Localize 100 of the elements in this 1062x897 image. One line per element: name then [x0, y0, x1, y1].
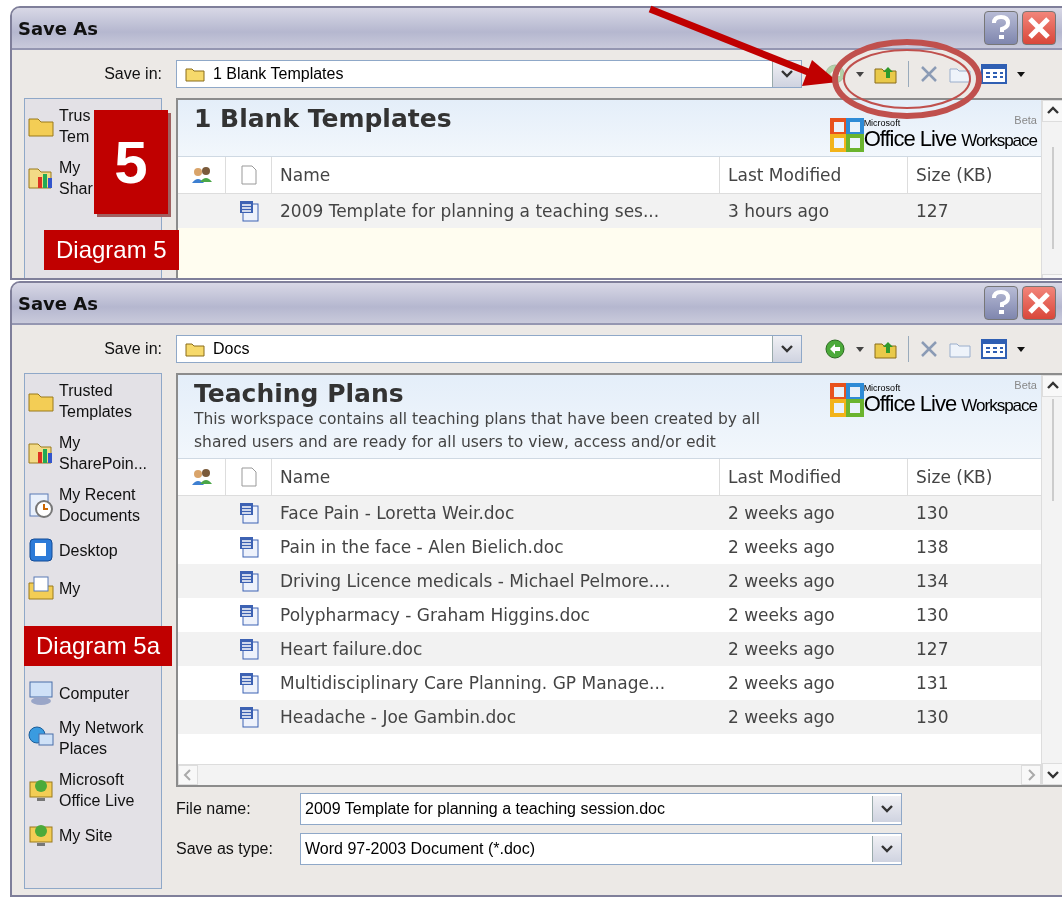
- help-button[interactable]: [984, 11, 1018, 45]
- file-row[interactable]: 2009 Template for planning a teaching ses... 3 hours ago 127: [178, 194, 1041, 228]
- scroll-down-icon[interactable]: [1042, 763, 1062, 785]
- beta-label: Beta: [1014, 379, 1037, 391]
- word-document-icon: [238, 604, 260, 626]
- caret-icon[interactable]: [1017, 71, 1025, 77]
- places-item[interactable]: My Site: [27, 821, 113, 849]
- file-name-cell-text: 2009 Template for planning a teaching ses...: [279, 201, 661, 221]
- places-item[interactable]: Desktop: [27, 536, 118, 564]
- word-document-icon: [238, 200, 260, 222]
- modified-cell-text: 2 weeks ago: [727, 673, 836, 693]
- modified-cell-text: 2 weeks ago: [727, 707, 836, 727]
- word-document-icon: [238, 536, 260, 558]
- scroll-up-icon[interactable]: [1042, 375, 1062, 397]
- scroll-up-icon[interactable]: [1042, 100, 1062, 122]
- up-folder-icon[interactable]: [874, 64, 898, 84]
- office-live-logo-text: Office Live Workspace: [863, 128, 1037, 152]
- new-folder-icon[interactable]: [949, 65, 971, 83]
- logo-caption: Microsoft: [863, 118, 901, 128]
- save-in-label: Save in:: [103, 340, 163, 358]
- workspace-title: Teaching Plans: [194, 379, 405, 408]
- delete-icon[interactable]: [919, 339, 939, 359]
- file-row[interactable]: Driving Licence medicals - Michael Pelmore.... 2 weeks ago 134: [178, 564, 1041, 598]
- help-button[interactable]: [984, 286, 1018, 320]
- place-computer-icon: [27, 679, 55, 707]
- close-icon: [1027, 291, 1051, 315]
- column-header[interactable]: Name: [272, 157, 720, 193]
- modified-cell-text: 2 weeks ago: [727, 503, 836, 523]
- vertical-scrollbar[interactable]: [1041, 100, 1062, 278]
- file-name-field[interactable]: 2009 Template for planning a teaching session.doc: [300, 793, 902, 825]
- file-row[interactable]: Headache - Joe Gambin.doc 2 weeks ago 130: [178, 700, 1041, 734]
- question-mark-icon: [990, 290, 1012, 316]
- size-cell-text: 138: [915, 537, 950, 557]
- window-title: Save As: [18, 17, 98, 39]
- page-icon: [240, 467, 257, 487]
- modified-cell-text: 2 weeks ago: [727, 639, 836, 659]
- caret-icon[interactable]: [1017, 346, 1025, 352]
- places-item[interactable]: Microsoft Office Live: [27, 769, 135, 811]
- office-live-logo-text: Office Live Workspace: [863, 393, 1037, 417]
- size-cell-text: 130: [915, 503, 950, 523]
- views-icon[interactable]: [981, 64, 1007, 84]
- place-clock-icon: [27, 491, 55, 519]
- place-desktop-icon: [27, 536, 55, 564]
- save-in-dropdown[interactable]: 1 Blank Templates: [176, 60, 802, 88]
- column-header[interactable]: Last Modified: [720, 459, 908, 495]
- save-as-type-label: Save as type:: [176, 840, 274, 858]
- folder-icon: [185, 66, 205, 82]
- file-row[interactable]: Pain in the face - Alen Bielich.doc 2 weeks ago 138: [178, 530, 1041, 564]
- file-row[interactable]: Face Pain - Loretta Weir.doc 2 weeks ago 130: [178, 496, 1041, 530]
- column-header[interactable]: Last Modified: [720, 157, 908, 193]
- step-number-badge: 5: [94, 110, 168, 214]
- close-icon: [1027, 16, 1051, 40]
- places-item[interactable]: My Recent Documents: [27, 484, 140, 526]
- places-item[interactable]: My Network Places: [27, 717, 144, 759]
- beta-label: Beta: [1014, 114, 1037, 126]
- caret-icon[interactable]: [856, 346, 864, 352]
- caret-icon[interactable]: [856, 71, 864, 77]
- up-folder-icon[interactable]: [874, 339, 898, 359]
- places-item[interactable]: Trusted Templates: [27, 380, 132, 422]
- save-in-label: Save in:: [103, 65, 163, 83]
- views-icon[interactable]: [981, 339, 1007, 359]
- vertical-scrollbar[interactable]: [1041, 375, 1062, 785]
- modified-cell-text: 2 weeks ago: [727, 537, 836, 557]
- file-row[interactable]: Polypharmacy - Graham Higgins.doc 2 weeks ago 130: [178, 598, 1041, 632]
- size-cell-text: 130: [915, 707, 950, 727]
- column-header[interactable]: Size (KB): [908, 459, 1041, 495]
- file-row[interactable]: Heart failure.doc 2 weeks ago 127: [178, 632, 1041, 666]
- file-name-cell-text: Polypharmacy - Graham Higgins.doc: [279, 605, 591, 625]
- places-item[interactable]: My Shar: [27, 157, 93, 199]
- close-button[interactable]: [1022, 286, 1056, 320]
- word-document-icon: [238, 706, 260, 728]
- file-name-cell-text: Heart failure.doc: [279, 639, 424, 659]
- workspace-description: This workspace contains all teaching plans that have been created by all shared users and are ready for all users to view, access and/or edit: [194, 409, 761, 453]
- column-header[interactable]: Name: [272, 459, 720, 495]
- places-item[interactable]: My: [27, 574, 81, 602]
- close-button[interactable]: [1022, 11, 1056, 45]
- file-name-cell-text: Driving Licence medicals - Michael Pelmore....: [279, 571, 672, 591]
- places-item[interactable]: Computer: [27, 679, 130, 707]
- delete-icon[interactable]: [919, 64, 939, 84]
- diagram-caption: Diagram 5a: [24, 626, 173, 666]
- save-in-dropdown[interactable]: Docs: [176, 335, 802, 363]
- file-name-cell-text: Face Pain - Loretta Weir.doc: [279, 503, 516, 523]
- file-name-cell-text: Headache - Joe Gambin.doc: [279, 707, 518, 727]
- size-cell-text: 131: [915, 673, 950, 693]
- save-as-type-dropdown[interactable]: Word 97-2003 Document (*.doc): [300, 833, 902, 865]
- place-document-icon: [27, 574, 55, 602]
- question-mark-icon: [990, 15, 1012, 41]
- places-item[interactable]: Trus Tem: [27, 105, 91, 147]
- word-document-icon: [238, 502, 260, 524]
- office-logo-icon: [829, 383, 864, 417]
- column-header[interactable]: Size (KB): [908, 157, 1041, 193]
- window-title: Save As: [18, 292, 98, 314]
- file-name-label: File name:: [176, 800, 252, 818]
- file-name-cell-text: Pain in the face - Alen Bielich.doc: [279, 537, 565, 557]
- back-icon[interactable]: [824, 338, 846, 360]
- places-item[interactable]: My SharePoin...: [27, 432, 148, 474]
- logo-caption: Microsoft: [863, 383, 901, 393]
- modified-cell-text: 3 hours ago: [727, 201, 831, 221]
- file-row[interactable]: Multidisciplinary Care Planning. GP Manage... 2 weeks ago 131: [178, 666, 1041, 700]
- diagram-caption: Diagram 5: [44, 230, 179, 270]
